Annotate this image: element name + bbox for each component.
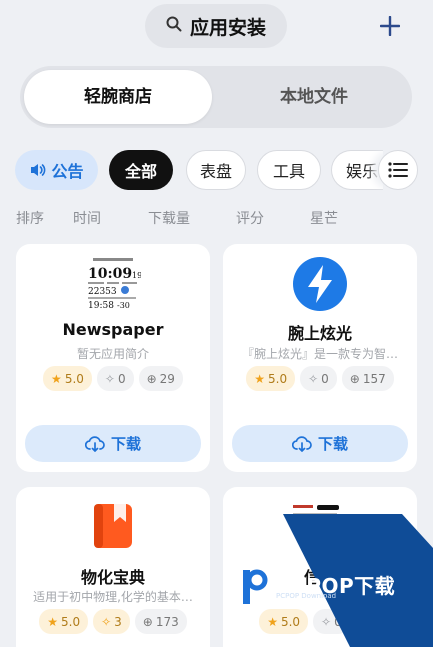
page-title: 应用安装: [189, 16, 266, 39]
chip-all[interactable]: 全部: [109, 150, 173, 190]
add-button[interactable]: [376, 12, 404, 40]
sparkle-icon: ✧: [308, 371, 319, 386]
download-circle-icon: ⊕: [146, 371, 157, 386]
list-menu-icon: [388, 162, 408, 178]
star-count-badge: ✧ 0: [313, 609, 350, 634]
download-circle-icon: ⊕: [142, 614, 153, 629]
chip-entertainment[interactable]: 娱乐: [331, 150, 383, 190]
sort-label: 排序: [16, 211, 44, 227]
download-count-badge: ⊕ 29: [138, 366, 183, 391]
star-count-badge: ✧ 0: [300, 366, 337, 391]
notice-chip-label: 公告: [51, 162, 84, 181]
app-stats: ★ 5.0 ✧ 0 ⊕ 157: [223, 366, 417, 391]
book-icon: [94, 504, 132, 548]
app-name: Newspaper: [62, 320, 164, 339]
star-icon: ★: [47, 614, 58, 629]
chip-watchface[interactable]: 表盘: [186, 150, 246, 190]
newspaper-clock-icon: 10:09 19 22353 19:58 -30: [85, 256, 142, 312]
star-count-badge: ✧ 0: [96, 366, 134, 391]
svg-text:-30: -30: [117, 301, 130, 310]
sort-by-time[interactable]: 时间: [73, 208, 101, 228]
tab-store[interactable]: 轻腕商店: [20, 66, 216, 128]
app-card[interactable]: 腕上炫光 『腕上炫光』是一款专为智… ★ 5.0 ✧ 0 ⊕ 157 下载: [223, 244, 417, 472]
app-install-search[interactable]: 应用安装: [145, 4, 287, 48]
category-chips: 公告 全部 表盘 工具 娱乐: [0, 150, 433, 190]
sort-by-rating[interactable]: 评分: [236, 208, 264, 228]
app-name: 物化宝典: [80, 568, 145, 587]
app-description: 暂无应用简介: [76, 347, 149, 361]
sort-bar: 排序 时间 下载量 评分 星芒: [0, 208, 433, 230]
download-circle-icon: ⊕: [362, 614, 373, 629]
source-switch: 轻腕商店 本地文件: [20, 66, 412, 128]
rating-badge: ★ 5.0: [246, 366, 296, 391]
plus-icon: [380, 16, 400, 36]
rating-badge: ★ 5.0: [39, 609, 89, 634]
search-icon: [166, 16, 182, 36]
star-icon: ★: [51, 371, 62, 386]
svg-text:19:58: 19:58: [88, 301, 114, 311]
app-stats: ★ 5.0 ✧ 0 ⊕ 29: [16, 366, 210, 391]
sparkle-icon: ✧: [104, 371, 115, 386]
app-card[interactable]: 物化宝典 适用于初中物理,化学的基本… ★ 5.0 ✧ 3 ⊕ 173: [16, 487, 210, 647]
download-count-badge: ⊕ 173: [134, 609, 187, 634]
download-button[interactable]: 下载: [25, 425, 201, 462]
app-stats: ★ 5.0 ✧ 3 ⊕ 173: [16, 609, 210, 634]
rating-badge: ★ 5.0: [43, 366, 92, 391]
lightning-icon: [292, 256, 348, 312]
star-count-badge: ✧ 3: [93, 609, 130, 634]
svg-text:19: 19: [132, 271, 141, 280]
cloud-download-icon: [84, 435, 105, 452]
sparkle-icon: ✧: [101, 614, 112, 629]
speaker-icon: [31, 164, 46, 176]
star-icon: ★: [254, 371, 265, 386]
download-circle-icon: ⊕: [349, 371, 360, 386]
app-card[interactable]: 10:09 19 22353 19:58 -30 Newspaper 暂无应用简…: [16, 244, 210, 472]
message-icon: [293, 499, 349, 529]
app-name: 腕上炫光: [287, 324, 352, 343]
app-description: 『腕上炫光』是一款专为智…: [241, 347, 398, 361]
app-description: 适用于初中物理,化学的基本…: [33, 590, 193, 604]
chip-tools[interactable]: 工具: [257, 150, 321, 190]
sort-by-downloads[interactable]: 下载量: [148, 208, 190, 228]
svg-text:22353: 22353: [88, 287, 117, 297]
watermark-subtext: PCPOP Download: [276, 592, 337, 600]
rating-badge: ★ 5.0: [259, 609, 309, 634]
sort-by-star[interactable]: 星芒: [310, 208, 338, 228]
download-count-badge: ⊕: [354, 609, 381, 634]
app-stats: ★ 5.0 ✧ 0 ⊕: [223, 609, 417, 634]
notice-chip[interactable]: 公告: [15, 150, 98, 190]
app-card[interactable]: 信息 ★ 5.0 ✧ 0 ⊕: [223, 487, 417, 647]
svg-text:10:09: 10:09: [88, 266, 132, 282]
cloud-download-icon: [291, 435, 312, 452]
sparkle-icon: ✧: [321, 614, 332, 629]
download-button[interactable]: 下载: [232, 425, 408, 462]
download-count-badge: ⊕ 157: [341, 366, 394, 391]
star-icon: ★: [267, 614, 278, 629]
tab-local-files[interactable]: 本地文件: [216, 66, 412, 128]
category-menu-button[interactable]: [378, 150, 418, 190]
